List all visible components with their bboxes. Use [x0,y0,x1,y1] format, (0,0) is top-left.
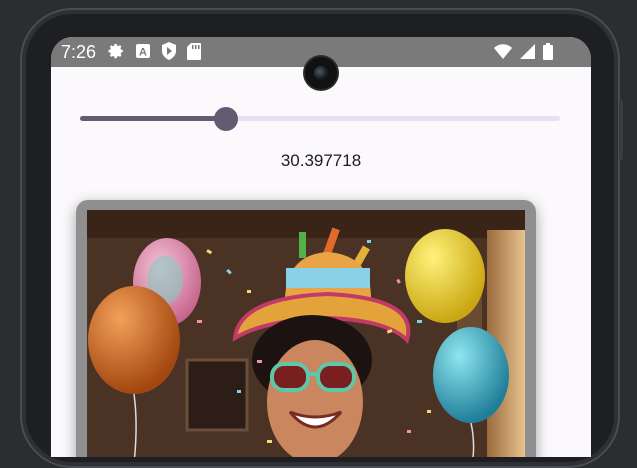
value-slider[interactable] [80,107,560,131]
phone-side-button [619,100,623,160]
gear-icon [108,43,123,59]
image-card [76,200,536,457]
slider-value-text: 30.397718 [280,151,362,170]
slider-track-active[interactable] [80,116,226,121]
app-screen: 7:26 A 30.397718 [51,37,591,457]
birthday-photo [87,210,525,457]
status-right-icons [494,43,553,60]
svg-text:A: A [139,47,147,59]
slider-thumb[interactable] [214,107,238,131]
a-box-icon: A [136,44,150,59]
sd-card-icon [187,42,201,60]
photo-illustration [87,210,525,457]
front-camera [305,57,337,89]
signal-icon [520,44,535,59]
status-time: 7:26 [61,42,97,62]
battery-icon [543,43,553,60]
wifi-icon [494,44,512,59]
status-left-icons: A [107,42,201,60]
play-shield-icon [162,42,176,60]
